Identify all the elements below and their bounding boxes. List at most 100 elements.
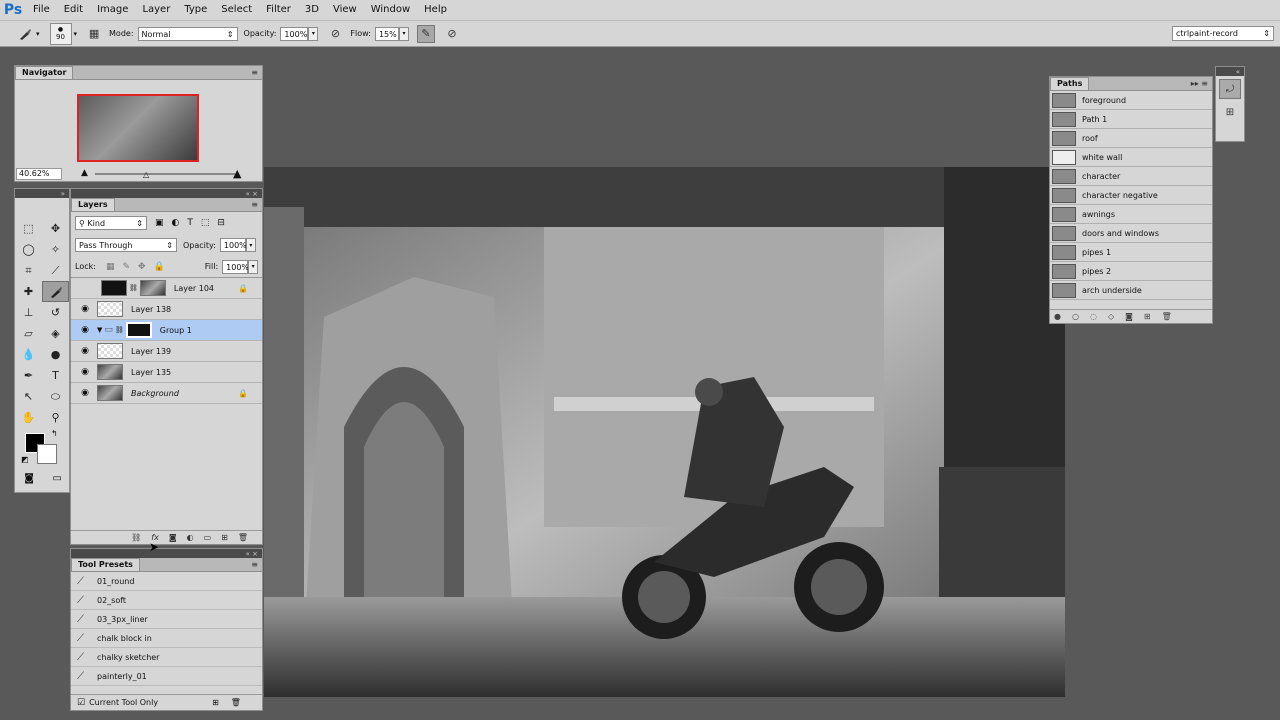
blur-tool-icon[interactable]: 💧 [15, 344, 42, 365]
layer-row[interactable]: ◉ Background 🔒 [71, 383, 262, 404]
document-canvas[interactable] [264, 167, 1065, 697]
pressure-opacity-icon[interactable]: ⊘ [326, 25, 344, 43]
layer-name[interactable]: Layer 104 [174, 284, 214, 293]
layer-name[interactable]: Layer 139 [131, 347, 171, 356]
link-layers-icon[interactable]: ⛓ [131, 533, 141, 542]
slider-handle-icon[interactable]: △ [143, 170, 149, 179]
filter-shape-icon[interactable]: ⬚ [201, 218, 210, 228]
opacity-dropdown[interactable]: ▾ [308, 26, 319, 41]
list-item[interactable]: character negative [1050, 186, 1212, 205]
list-item[interactable]: doors and windows [1050, 224, 1212, 243]
hand-tool-icon[interactable]: ✋ [15, 407, 42, 428]
tab-paths[interactable]: Paths [1050, 77, 1090, 90]
presets-collapse-strip[interactable]: « × [71, 549, 262, 558]
fill-input[interactable]: 100% [222, 259, 249, 274]
flow-input[interactable]: 15% [374, 26, 399, 41]
filter-pixel-icon[interactable]: ▣ [155, 218, 164, 228]
kind-filter-select[interactable]: ⚲ Kind ⇕ [75, 216, 147, 230]
panel-menu-icon[interactable]: ▸▸ ≡ [1191, 79, 1208, 88]
dodge-tool-icon[interactable]: ● [42, 344, 69, 365]
magic-wand-tool-icon[interactable]: ✧ [42, 239, 69, 260]
path-to-selection-icon[interactable]: ◌ [1090, 312, 1097, 321]
pen-tool-icon[interactable]: ✒ [15, 365, 42, 386]
adjustment-layer-icon[interactable]: ◐ [187, 533, 194, 542]
ellipse-tool-icon[interactable]: ⬭ [42, 386, 69, 407]
paths-panel-icon[interactable]: ⤾ [1219, 79, 1241, 99]
menu-edit[interactable]: Edit [57, 0, 90, 20]
mode-select[interactable]: Normal ⇕ [137, 26, 238, 41]
list-item[interactable]: white wall [1050, 148, 1212, 167]
new-preset-icon[interactable]: ⊞ [212, 698, 219, 707]
dock-collapse-strip[interactable]: « [1216, 67, 1244, 76]
eye-icon[interactable]: ◉ [77, 367, 93, 377]
lasso-tool-icon[interactable]: ◯ [15, 239, 42, 260]
airbrush-icon[interactable]: ✎ [416, 24, 435, 43]
checkbox-checked-icon[interactable]: ☑ [77, 698, 85, 708]
type-tool-icon[interactable]: T [42, 365, 69, 386]
lock-pixels-icon[interactable]: ✎ [122, 262, 130, 272]
layer-name[interactable]: Background [131, 389, 179, 398]
layer-row[interactable]: ⛓ Layer 104 🔒 [71, 278, 262, 299]
filter-smart-object-icon[interactable]: ⊟ [217, 218, 225, 228]
marquee-tool-icon[interactable]: ⬚ [15, 218, 42, 239]
brush-presets-icon[interactable]: ⊞ [1219, 102, 1241, 122]
eye-icon[interactable]: ◉ [77, 304, 93, 314]
menu-help[interactable]: Help [417, 0, 454, 20]
eraser-tool-icon[interactable]: ▱ [15, 323, 42, 344]
layer-name[interactable]: Layer 138 [131, 305, 171, 314]
new-layer-icon[interactable]: ⊞ [221, 533, 228, 542]
tab-tool-presets[interactable]: Tool Presets [71, 558, 140, 571]
brush-size-picker[interactable]: ● 90 [49, 22, 72, 45]
eyedropper-tool-icon[interactable]: ⟋ [42, 260, 69, 281]
menu-filter[interactable]: Filter [259, 0, 298, 20]
layers-collapse-strip[interactable]: « × [71, 189, 262, 198]
filter-adjustment-icon[interactable]: ◐ [172, 218, 180, 228]
layer-row[interactable]: ◉ Layer 138 [71, 299, 262, 320]
brush-tool-icon[interactable] [42, 281, 69, 302]
crop-tool-icon[interactable]: ⌗ [15, 260, 42, 281]
workspace-select[interactable]: ctrlpaint-record ⇕ [1172, 26, 1274, 41]
layer-row[interactable]: ◉ Layer 139 [71, 341, 262, 362]
stroke-path-icon[interactable]: ○ [1072, 312, 1079, 321]
menu-select[interactable]: Select [214, 0, 259, 20]
clone-stamp-tool-icon[interactable]: ⊥ [15, 302, 42, 323]
lock-all-icon[interactable]: 🔒 [154, 262, 165, 272]
filter-type-icon[interactable]: T [187, 218, 193, 228]
list-item[interactable]: foreground [1050, 91, 1212, 110]
swap-colors-icon[interactable]: ↰ [51, 429, 58, 438]
blend-mode-select[interactable]: Pass Through ⇕ [75, 238, 177, 252]
navigator-zoom-input[interactable]: 40.62% [16, 168, 62, 180]
path-selection-tool-icon[interactable]: ↖ [15, 386, 42, 407]
new-path-icon[interactable]: ⊞ [1144, 312, 1151, 321]
zoom-out-icon[interactable]: ▲ [81, 168, 88, 178]
chevron-down-icon[interactable]: ▾ [36, 30, 40, 38]
list-item[interactable]: ⟋ 01_round [71, 572, 262, 591]
opacity-input[interactable]: 100% [280, 26, 309, 41]
trash-icon[interactable]: 🗑 [1162, 312, 1172, 321]
default-colors-icon[interactable]: ◩ [21, 455, 29, 464]
menu-3d[interactable]: 3D [298, 0, 326, 20]
lock-position-icon[interactable]: ✥ [138, 262, 146, 272]
menu-type[interactable]: Type [177, 0, 214, 20]
list-item[interactable]: ⟋ 02_soft [71, 591, 262, 610]
list-item[interactable]: roof [1050, 129, 1212, 148]
quick-mask-icon[interactable]: ◙ [24, 473, 34, 484]
navigator-zoom-slider[interactable] [95, 173, 235, 175]
add-mask-icon[interactable]: ◙ [169, 533, 177, 542]
new-group-icon[interactable]: ▭ [204, 533, 212, 542]
list-item[interactable]: pipes 2 [1050, 262, 1212, 281]
panel-menu-icon[interactable]: ≡ [251, 68, 258, 77]
eye-icon[interactable]: ◉ [77, 346, 93, 356]
list-item[interactable]: ⟋ chalk block in [71, 629, 262, 648]
paint-bucket-tool-icon[interactable]: ◈ [42, 323, 69, 344]
list-item[interactable]: pipes 1 [1050, 243, 1212, 262]
trash-icon[interactable]: 🗑 [238, 533, 248, 542]
pressure-size-icon[interactable]: ⊘ [443, 25, 461, 43]
history-brush-tool-icon[interactable]: ↺ [42, 302, 69, 323]
add-mask-icon[interactable]: ◙ [1125, 312, 1133, 321]
group-expand-icon[interactable]: ▼ [97, 326, 102, 334]
trash-icon[interactable]: 🗑 [231, 698, 241, 707]
layer-name[interactable]: Layer 135 [131, 368, 171, 377]
link-icon[interactable]: ⛓ [129, 284, 138, 292]
selection-to-path-icon[interactable]: ◇ [1108, 312, 1114, 321]
